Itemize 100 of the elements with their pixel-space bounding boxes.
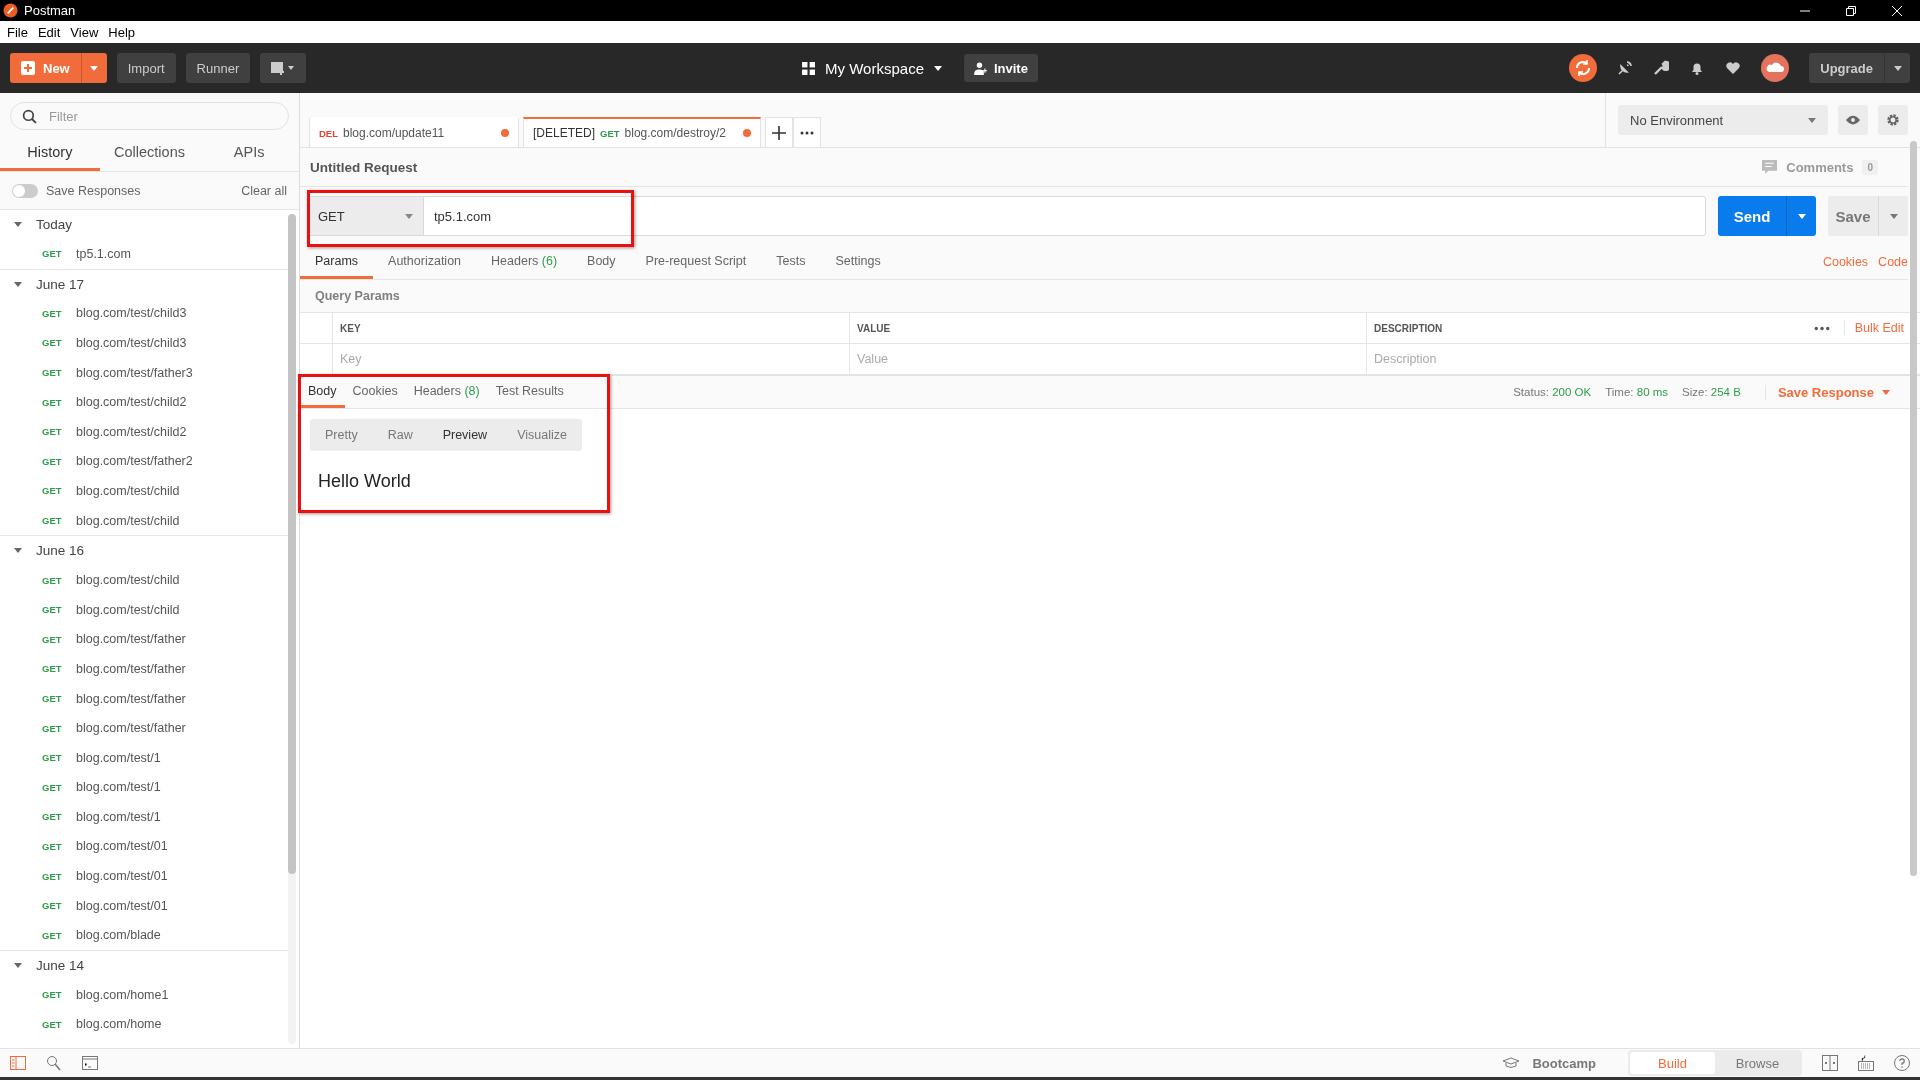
add-tab-button[interactable]: [764, 117, 793, 147]
history-item[interactable]: GET blog.com/test/father: [0, 683, 288, 714]
sync-icon[interactable]: [1569, 54, 1598, 82]
satellite-icon[interactable]: [1617, 60, 1634, 76]
close-icon[interactable]: [1892, 5, 1902, 16]
history-item[interactable]: GET blog.com/test/01: [0, 890, 288, 921]
param-field[interactable]: Key: [340, 352, 849, 366]
request-tab[interactable]: [DELETED] GET blog.com/destroy/2: [523, 117, 761, 147]
response-tab[interactable]: Headers (8): [405, 376, 488, 408]
history-item[interactable]: GET blog.com/test/father: [0, 624, 288, 655]
workspace-button[interactable]: My Workspace: [802, 59, 942, 77]
search-icon[interactable]: [46, 1055, 62, 1071]
param-field[interactable]: Value: [857, 352, 1366, 366]
request-title: Untitled Request: [310, 159, 418, 175]
menu-item[interactable]: File: [7, 24, 28, 40]
two-pane-icon[interactable]: [1822, 1055, 1838, 1071]
collapse-caret-icon[interactable]: [14, 548, 22, 554]
bootcamp-button[interactable]: Bootcamp: [1502, 1055, 1596, 1071]
history-item[interactable]: GET blog.com/test/01: [0, 831, 288, 862]
mode-switch-button[interactable]: Browse: [1715, 1052, 1800, 1074]
history-item[interactable]: GET blog.com/test/child: [0, 505, 288, 536]
history-item[interactable]: GET blog.com/test/child3: [0, 328, 288, 358]
sidebar-tab[interactable]: Collections: [99, 135, 200, 171]
sidebar-toggle-icon[interactable]: [10, 1055, 26, 1071]
history-item[interactable]: GET blog.com/test/child3: [0, 298, 288, 329]
more-icon[interactable]: [1813, 325, 1830, 331]
keyboard-icon[interactable]: [1858, 1055, 1874, 1071]
view-mode-button[interactable]: Visualize: [502, 419, 582, 451]
request-option-tab[interactable]: Authorization: [373, 245, 477, 279]
console-icon[interactable]: [82, 1055, 98, 1071]
history-item[interactable]: GET blog.com/test/1: [0, 772, 288, 803]
view-mode-button[interactable]: Pretty: [310, 419, 373, 451]
history-item[interactable]: GET blog.com/blade: [0, 920, 288, 951]
request-option-tab[interactable]: Headers (6): [476, 245, 573, 279]
help-icon[interactable]: [1894, 1055, 1910, 1071]
upgrade-dropdown-button[interactable]: [1884, 53, 1910, 83]
history-item[interactable]: GET tp5.1.com: [0, 239, 288, 269]
history-item[interactable]: GET blog.com/home1: [0, 980, 288, 1010]
request-option-tab[interactable]: Settings: [820, 245, 896, 279]
history-item[interactable]: GET blog.com/test/child2: [0, 416, 288, 447]
response-tab[interactable]: Cookies: [344, 376, 406, 408]
history-item[interactable]: GET blog.com/test/1: [0, 742, 288, 773]
collapse-caret-icon[interactable]: [14, 222, 22, 227]
response-body: Hello World: [317, 470, 412, 492]
invite-button[interactable]: Invite: [964, 54, 1038, 82]
heart-icon[interactable]: [1725, 60, 1742, 76]
request-tab[interactable]: DEL blog.com/update11: [309, 117, 519, 147]
wrench-icon[interactable]: [1653, 60, 1670, 76]
url-field[interactable]: tp5.1.com: [423, 196, 1706, 236]
clear-all-link[interactable]: Clear all: [241, 183, 287, 198]
column-header: DESCRIPTION: [1374, 322, 1443, 334]
filter-field[interactable]: Filter: [10, 102, 289, 130]
menu-item[interactable]: Help: [108, 24, 136, 40]
save-responses-label: Save Responses: [46, 183, 141, 198]
import-button[interactable]: Import: [116, 53, 176, 83]
history-item[interactable]: GET blog.com/test/child: [0, 565, 288, 595]
menu-item[interactable]: View: [70, 24, 99, 40]
history-item[interactable]: GET blog.com/test/01: [0, 861, 288, 891]
menu-item[interactable]: Edit: [37, 24, 61, 40]
response-tab[interactable]: Test Results: [487, 376, 572, 408]
param-field[interactable]: Description: [1374, 352, 1904, 366]
send-button[interactable]: Send: [1718, 196, 1786, 236]
settings-button[interactable]: [1878, 105, 1908, 135]
avatar-icon[interactable]: [1761, 54, 1790, 82]
history-item[interactable]: GET blog.com/test/father: [0, 713, 288, 743]
request-option-tab[interactable]: Pre-request Script: [630, 245, 762, 279]
restore-icon[interactable]: [1846, 5, 1856, 16]
history-item[interactable]: GET blog.com/home: [0, 1009, 288, 1040]
history-item[interactable]: GET blog.com/test/child: [0, 594, 288, 625]
environment-dropdown[interactable]: No Environment: [1618, 105, 1828, 135]
caret-icon: [405, 213, 413, 219]
request-option-tab[interactable]: Tests: [761, 245, 821, 279]
history-item[interactable]: GET blog.com/test/1: [0, 802, 288, 832]
history-item[interactable]: GET blog.com/test/child: [0, 476, 288, 506]
history-item[interactable]: GET blog.com/test/father3: [0, 357, 288, 388]
request-option-tab[interactable]: Body: [572, 245, 631, 279]
upgrade-button[interactable]: Upgrade: [1809, 53, 1884, 83]
save-responses-toggle[interactable]: [12, 183, 38, 198]
view-mode-button[interactable]: Preview: [427, 419, 503, 451]
environment-quick-look-button[interactable]: [1838, 105, 1868, 135]
runner-button[interactable]: Runner: [185, 53, 251, 83]
view-mode-button[interactable]: Raw: [372, 419, 428, 451]
scrollbar[interactable]: [1910, 141, 1917, 876]
more-icon: [799, 130, 814, 135]
collapse-caret-icon[interactable]: [14, 281, 22, 287]
plus-icon: [21, 61, 35, 75]
caret-icon: [1893, 65, 1902, 71]
history-date: June 16: [36, 543, 85, 559]
history-item[interactable]: GET blog.com/test/father: [0, 654, 288, 684]
save-button[interactable]: Save: [1828, 196, 1878, 236]
new-window-button[interactable]: [260, 53, 307, 83]
history-item[interactable]: GET blog.com/test/father2: [0, 446, 288, 477]
new-dropdown-button[interactable]: [80, 53, 107, 83]
scrollbar[interactable]: [288, 214, 296, 1044]
collapse-caret-icon[interactable]: [14, 963, 22, 969]
caret-icon: [1808, 117, 1816, 123]
sidebar-tab[interactable]: APIs: [199, 135, 299, 171]
request-option-tab[interactable]: Params: [300, 245, 374, 279]
history-item[interactable]: GET blog.com/test/child2: [0, 387, 288, 417]
response-tab[interactable]: Body: [300, 376, 345, 408]
